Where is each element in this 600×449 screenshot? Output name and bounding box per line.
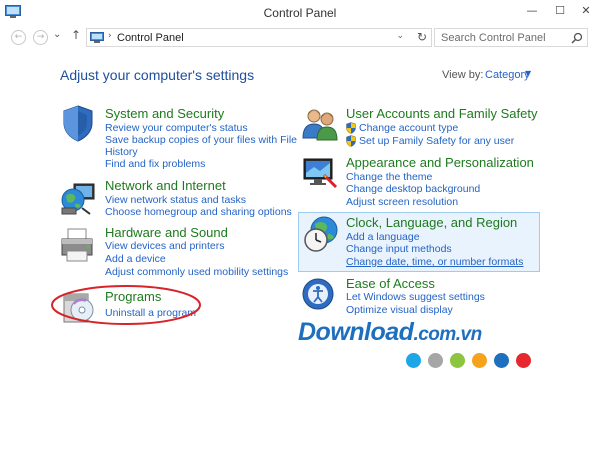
system-security-title[interactable]: System and Security	[105, 106, 224, 121]
shield-icon[interactable]	[58, 103, 98, 143]
windows-suggest-settings-link[interactable]: Let Windows suggest settings	[346, 291, 485, 303]
address-bar[interactable]: › Control Panel ⌄ ↻	[86, 28, 432, 47]
view-by-label: View by:	[442, 69, 484, 81]
page-title: Adjust your computer's settings	[60, 67, 255, 83]
add-language-link[interactable]: Add a language	[346, 231, 420, 243]
window-title: Control Panel	[263, 6, 337, 20]
family-safety-link[interactable]: Set up Family Safety for any user	[359, 135, 514, 147]
ease-of-access-title[interactable]: Ease of Access	[346, 276, 435, 291]
address-dropdown-icon[interactable]: ⌄	[396, 31, 404, 41]
refresh-icon[interactable]: ↻	[417, 30, 427, 44]
optimize-visual-display-link[interactable]: Optimize visual display	[346, 304, 453, 316]
homegroup-link[interactable]: Choose homegroup and sharing options	[105, 206, 292, 218]
watermark-dot	[428, 353, 443, 368]
devices-printers-link[interactable]: View devices and printers	[105, 240, 224, 252]
view-by-dropdown[interactable]: Category	[485, 69, 530, 81]
network-internet-title[interactable]: Network and Internet	[105, 178, 226, 193]
watermark-dot	[406, 353, 421, 368]
navigation-bar: ← → ⌄ ↑ › Control Panel ⌄ ↻ Search Contr…	[0, 26, 600, 48]
save-backup-link[interactable]: Save backup copies of your files with Fi…	[105, 134, 297, 146]
change-account-type-link[interactable]: Change account type	[359, 122, 458, 134]
recent-locations-icon[interactable]: ⌄	[53, 29, 61, 40]
change-theme-link[interactable]: Change the theme	[346, 171, 432, 183]
watermark-dot	[494, 353, 509, 368]
watermark-dot	[516, 353, 531, 368]
breadcrumb-separator-icon: ›	[108, 31, 112, 41]
forward-button[interactable]: →	[33, 30, 48, 45]
minimize-button[interactable]: —	[524, 4, 540, 18]
mobility-settings-link[interactable]: Adjust commonly used mobility settings	[105, 266, 288, 278]
appearance-monitor-icon[interactable]	[300, 153, 340, 193]
uac-shield-icon	[346, 135, 356, 147]
up-button[interactable]: ↑	[71, 28, 81, 42]
desktop-background-link[interactable]: Change desktop background	[346, 183, 480, 195]
watermark-main: Download	[298, 318, 414, 346]
users-icon[interactable]	[300, 104, 340, 144]
uac-shield-icon	[346, 122, 356, 134]
clock-language-region-title[interactable]: Clock, Language, and Region	[346, 215, 517, 230]
title-bar: Control Panel — ☐ ✕	[0, 0, 600, 26]
download-watermark: Download.com.vn	[298, 318, 482, 347]
printer-icon[interactable]	[58, 225, 98, 265]
watermark-dot	[450, 353, 465, 368]
review-status-link[interactable]: Review your computer's status	[105, 122, 248, 134]
control-panel-icon	[90, 32, 104, 43]
date-time-formats-link[interactable]: Change date, time, or number formats	[346, 256, 523, 268]
annotation-ellipse	[51, 285, 201, 325]
network-globe-icon[interactable]	[58, 178, 98, 218]
watermark-domain: .com.vn	[413, 324, 482, 345]
search-box[interactable]: Search Control Panel	[434, 28, 588, 47]
user-accounts-title[interactable]: User Accounts and Family Safety	[346, 106, 537, 121]
change-input-methods-link[interactable]: Change input methods	[346, 243, 452, 255]
save-backup-link-cont[interactable]: History	[105, 146, 138, 158]
network-status-link[interactable]: View network status and tasks	[105, 194, 246, 206]
hardware-sound-title[interactable]: Hardware and Sound	[105, 225, 228, 240]
watermark-dot	[472, 353, 487, 368]
clock-globe-icon[interactable]	[302, 214, 342, 254]
ease-of-access-icon[interactable]	[302, 276, 342, 316]
find-fix-problems-link[interactable]: Find and fix problems	[105, 158, 205, 170]
appearance-title[interactable]: Appearance and Personalization	[346, 155, 534, 170]
breadcrumb-control-panel[interactable]: Control Panel	[117, 32, 184, 44]
add-device-link[interactable]: Add a device	[105, 253, 166, 265]
maximize-button[interactable]: ☐	[552, 4, 568, 18]
search-input[interactable]: Search Control Panel	[441, 32, 546, 44]
screen-resolution-link[interactable]: Adjust screen resolution	[346, 196, 458, 208]
close-button[interactable]: ✕	[578, 4, 594, 18]
back-button[interactable]: ←	[11, 30, 26, 45]
search-icon[interactable]	[571, 32, 583, 44]
chevron-down-icon[interactable]: ▼	[525, 69, 531, 78]
